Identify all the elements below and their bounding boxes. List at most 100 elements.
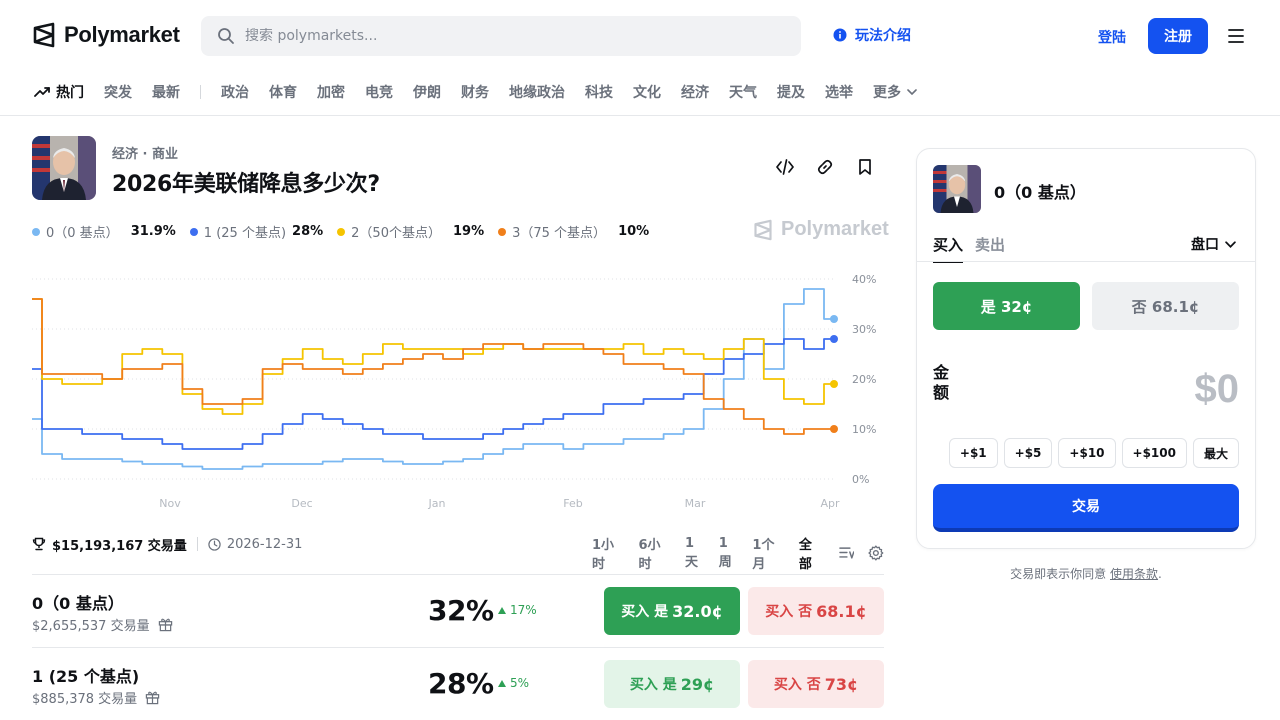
total-volume-value: $15,193,167 交易量 xyxy=(52,538,187,554)
trending-icon xyxy=(34,87,50,97)
outcome-row[interactable]: 1 (25 个基点) $885,378 交易量 28% 5% 买入 是 29¢ … xyxy=(32,647,884,720)
quick-add-100-button[interactable]: +$100 xyxy=(1121,438,1187,468)
buy-no-button[interactable]: 买入 否 68.1¢ xyxy=(748,587,884,635)
nav-item-iran[interactable]: 伊朗 xyxy=(413,82,441,102)
buy-no-price: 73¢ xyxy=(824,674,859,694)
legend-value: 19% xyxy=(452,224,485,239)
category-nav: 热门 突发 最新 政治 体育 加密 电竞 伊朗 财务 地缘政治 科技 文化 经济… xyxy=(0,72,1280,116)
outcome-probability: 28% xyxy=(428,667,494,700)
outcome-volume: $885,378 交易量 xyxy=(32,688,160,707)
info-icon xyxy=(833,28,847,42)
nav-item-politics[interactable]: 政治 xyxy=(221,82,249,102)
nav-item-sports[interactable]: 体育 xyxy=(269,82,297,102)
bookmark-button[interactable] xyxy=(856,158,874,176)
nav-item-breaking[interactable]: 突发 xyxy=(104,82,132,102)
terms-link[interactable]: 使用条款 xyxy=(1110,567,1158,581)
time-range-selector: 1小时 6小时 1天 1周 1个月 全部 xyxy=(592,534,884,572)
nav-item-esports[interactable]: 电竞 xyxy=(365,82,393,102)
nav-item-economy[interactable]: 经济 xyxy=(681,82,709,102)
quick-add-5-button[interactable]: +$5 xyxy=(1003,438,1053,468)
buy-yes-price: 32.0¢ xyxy=(672,601,723,621)
search-input[interactable] xyxy=(245,28,765,44)
outcome-row[interactable]: 0（0 基点） $2,655,537 交易量 32% 17% 买入 是 32.0… xyxy=(32,574,884,647)
copy-link-button[interactable] xyxy=(816,158,834,176)
gift-icon[interactable] xyxy=(145,690,160,705)
buy-yes-button[interactable]: 买入 是 32.0¢ xyxy=(604,587,740,635)
y-tick-label: 40% xyxy=(852,273,876,286)
quick-add-1-button[interactable]: +$1 xyxy=(948,438,998,468)
portrait-image xyxy=(32,136,96,200)
buy-yes-button[interactable]: 买入 是 29¢ xyxy=(604,660,740,708)
buy-no-label: 买入 否 xyxy=(765,604,813,620)
outcome-name: 1 (25 个基点) xyxy=(32,667,140,686)
quick-max-button[interactable]: 最大 xyxy=(1192,438,1239,468)
outcome-volume: $2,655,537 交易量 xyxy=(32,615,173,634)
legend-item: 1 (25 个基点) 28% xyxy=(189,222,323,241)
nav-item-finance[interactable]: 财务 xyxy=(461,82,489,102)
range-all[interactable]: 全部 xyxy=(799,534,825,572)
buy-no-button[interactable]: 买入 否 73¢ xyxy=(748,660,884,708)
nav-item-new[interactable]: 最新 xyxy=(152,82,180,102)
buy-no-price: 68.1¢ xyxy=(816,601,867,621)
outcome-volume-value: $885,378 交易量 xyxy=(32,692,138,707)
range-1w[interactable]: 1周 xyxy=(719,536,741,570)
trophy-icon xyxy=(32,537,46,551)
order-type-dropdown[interactable]: 盘口 xyxy=(1191,234,1236,254)
gift-icon[interactable] xyxy=(158,617,173,632)
sort-icon[interactable] xyxy=(838,545,855,561)
series-line xyxy=(32,298,834,415)
x-tick-label: Nov xyxy=(159,497,181,510)
nav-item-culture[interactable]: 文化 xyxy=(633,82,661,102)
range-1m[interactable]: 1个月 xyxy=(752,534,787,572)
quick-add-10-button[interactable]: +$10 xyxy=(1058,438,1116,468)
outcome-probability: 32% xyxy=(428,594,494,627)
order-type-label: 盘口 xyxy=(1191,237,1219,253)
settings-gear-icon[interactable] xyxy=(868,545,884,561)
outcome-change-value: 17% xyxy=(510,603,537,617)
hamburger-menu-icon[interactable] xyxy=(1227,27,1245,45)
legend-dot xyxy=(32,227,40,236)
nav-item-trending[interactable]: 热门 xyxy=(34,82,84,102)
tab-buy[interactable]: 买入 xyxy=(933,234,964,263)
search-icon xyxy=(218,28,234,44)
tab-sell[interactable]: 卖出 xyxy=(975,234,1005,263)
howto-link[interactable]: 玩法介绍 xyxy=(833,25,911,45)
nav-item-geopolitics[interactable]: 地缘政治 xyxy=(509,82,565,102)
range-1d[interactable]: 1天 xyxy=(685,536,707,570)
panel-outcome-title: 0（0 基点） xyxy=(994,183,1086,202)
logo[interactable]: Polymarket xyxy=(32,22,180,48)
amount-input[interactable]: $0 xyxy=(1195,367,1240,412)
embed-button[interactable] xyxy=(776,158,794,176)
login-button[interactable]: 登陆 xyxy=(1098,27,1126,47)
nav-item-more[interactable]: 更多 xyxy=(873,82,917,102)
triangle-up-icon xyxy=(498,679,506,687)
end-date: 2026-12-31 xyxy=(208,537,302,552)
market-title: 2026年美联储降息多少次? xyxy=(112,172,380,197)
code-icon xyxy=(776,159,794,175)
nav-item-crypto[interactable]: 加密 xyxy=(317,82,345,102)
series-end-point xyxy=(830,380,838,388)
market-category[interactable]: 经济 · 商业 xyxy=(112,143,178,162)
nav-item-mentions[interactable]: 提及 xyxy=(777,82,805,102)
range-1h[interactable]: 1小时 xyxy=(592,534,627,572)
x-tick-label: Jan xyxy=(428,497,446,510)
nav-item-label: 热门 xyxy=(56,85,84,101)
series-line xyxy=(32,338,834,450)
terms-prefix: 交易即表示你同意 xyxy=(1010,567,1107,581)
nav-item-weather[interactable]: 天气 xyxy=(729,82,757,102)
polymarket-logo-icon xyxy=(33,22,55,48)
nav-item-elections[interactable]: 选举 xyxy=(825,82,853,102)
buy-yes-label: 买入 是 xyxy=(621,604,669,620)
search-bar[interactable] xyxy=(201,16,801,56)
header: Polymarket 玩法介绍 登陆 注册 xyxy=(0,0,1280,72)
range-6h[interactable]: 6小时 xyxy=(639,534,674,572)
nav-item-tech[interactable]: 科技 xyxy=(585,82,613,102)
trade-button[interactable]: 交易 xyxy=(933,484,1239,532)
buy-no-label: 买入 否 xyxy=(773,677,821,693)
legend-value: 10% xyxy=(618,224,650,239)
signup-button[interactable]: 注册 xyxy=(1148,18,1208,54)
outcome-volume-value: $2,655,537 交易量 xyxy=(32,619,150,634)
select-no-button[interactable]: 否 68.1¢ xyxy=(1092,282,1239,330)
select-yes-button[interactable]: 是 32¢ xyxy=(933,282,1080,330)
price-history-chart[interactable]: 40% 30% 20% 10% 0% Nov Dec Jan Feb Mar Apr xyxy=(20,262,890,517)
